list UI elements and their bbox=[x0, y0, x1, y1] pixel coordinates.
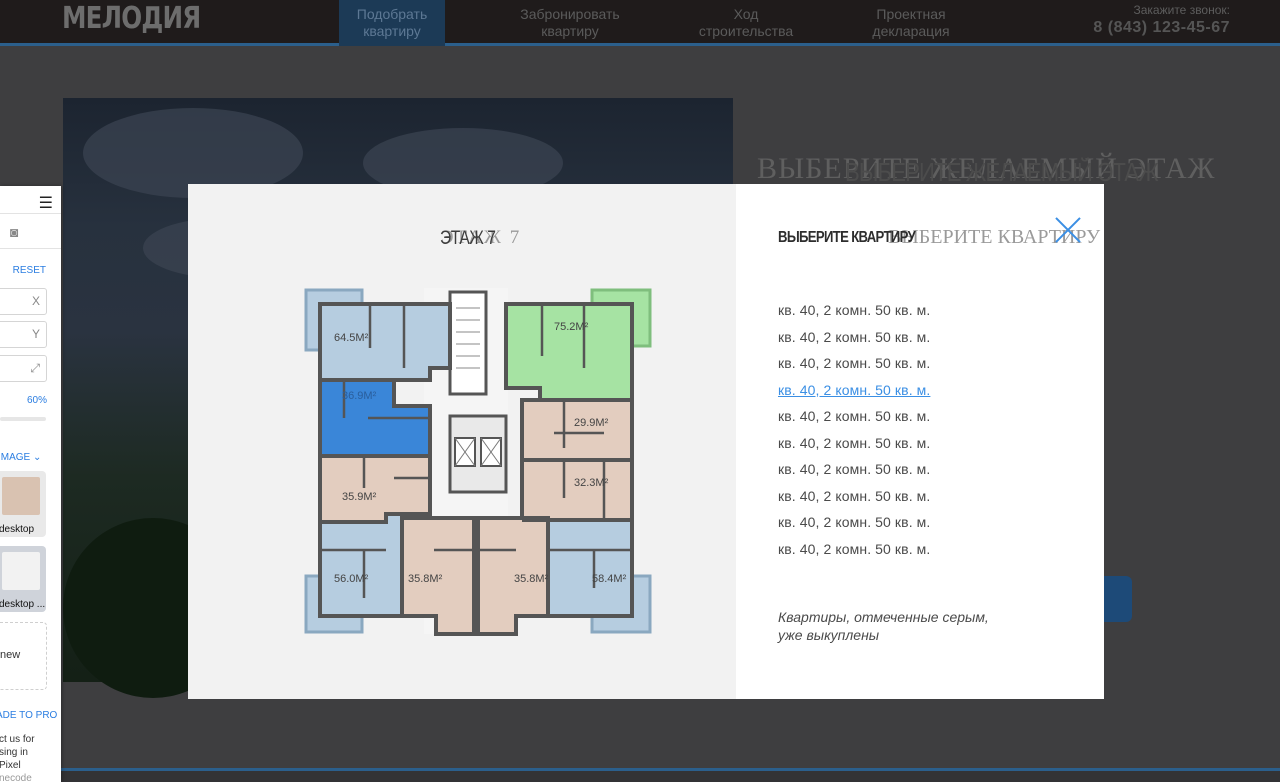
visibility-toggle-icon[interactable]: ◙ bbox=[10, 224, 18, 240]
upgrade-link[interactable]: ADE TO PRO bbox=[0, 710, 57, 721]
opacity-value: 60% bbox=[26, 395, 47, 406]
apartment-29-9[interactable] bbox=[520, 398, 634, 462]
site-header: МЕЛОДИЯ Подобрать квартиру Забронировать… bbox=[0, 0, 1280, 46]
floor-plan: 64.5М² 75.2М² 36.9М² 29.9М² 32.3М² 35.9М… bbox=[304, 288, 652, 636]
apartment-list-item-selected[interactable]: кв. 40, 2 комн. 50 кв. м. bbox=[778, 380, 930, 407]
x-offset-field[interactable]: X bbox=[0, 288, 47, 315]
divider bbox=[0, 213, 61, 214]
thumbnail-preview bbox=[2, 477, 40, 515]
thumbnail-preview bbox=[2, 552, 40, 590]
divider bbox=[0, 248, 61, 249]
apartment-list-item[interactable]: кв. 40, 2 комн. 50 кв. м. bbox=[778, 459, 930, 486]
apartment-picker-modal: ЭТАЖ 7 ЭТАЖ 7 64.5М² 75.2М² 36.9М² 29.9М… bbox=[188, 184, 1104, 699]
contact-text: ct us for sing in Pixel necode bbox=[0, 733, 35, 782]
contact-line: ct us for bbox=[0, 734, 35, 745]
apartment-list: кв. 40, 2 комн. 50 кв. м. кв. 40, 2 комн… bbox=[778, 300, 930, 565]
nav-label: Проектная bbox=[876, 6, 946, 22]
apartment-list-item[interactable]: кв. 40, 2 комн. 50 кв. м. bbox=[778, 512, 930, 539]
area-label: 56.0М² bbox=[334, 573, 369, 585]
image-thumbnail[interactable]: desktop bbox=[0, 471, 46, 537]
add-new-image-button[interactable]: new bbox=[0, 622, 47, 690]
reset-button[interactable]: RESET bbox=[13, 265, 46, 276]
y-offset-field[interactable]: Y bbox=[0, 321, 47, 348]
nav-label: декларация bbox=[872, 23, 950, 39]
area-label: 35.8М² bbox=[408, 573, 443, 585]
area-label: 32.3М² bbox=[574, 477, 609, 489]
opacity-slider[interactable] bbox=[0, 417, 46, 421]
area-label: 35.8М² bbox=[514, 573, 549, 585]
image-thumbnail[interactable]: desktop ... bbox=[0, 546, 46, 612]
contact-line: Pixel bbox=[0, 760, 21, 771]
nav-book-apartment[interactable]: Забронировать квартиру bbox=[500, 0, 640, 46]
chevron-down-icon: ⌄ bbox=[33, 452, 42, 463]
nav-label: квартиру bbox=[363, 23, 421, 39]
apartment-list-item[interactable]: кв. 40, 2 комн. 50 кв. м. bbox=[778, 486, 930, 513]
bg-action-button[interactable] bbox=[1100, 576, 1132, 622]
close-icon[interactable] bbox=[1054, 216, 1082, 244]
apartment-list-item[interactable]: кв. 40, 2 комн. 50 кв. м. bbox=[778, 327, 930, 354]
nav-label: строительства bbox=[698, 23, 794, 39]
apartment-list-item[interactable]: кв. 40, 2 комн. 50 кв. м. bbox=[778, 406, 930, 433]
area-label: 35.9М² bbox=[342, 491, 377, 503]
nav-choose-apartment[interactable]: Подобрать квартиру bbox=[339, 0, 445, 46]
area-label: 36.9М² bbox=[342, 390, 377, 402]
area-label: 75.2М² bbox=[554, 321, 589, 333]
floor-title: ЭТАЖ 7 bbox=[440, 228, 496, 249]
nav-label: Забронировать bbox=[520, 6, 620, 22]
modal-title: ВЫБЕРИТЕ КВАРТИРУ bbox=[778, 229, 916, 246]
nav-label: Ход bbox=[733, 6, 759, 22]
menu-icon[interactable]: ☰ bbox=[39, 193, 53, 213]
area-label: 58.4М² bbox=[592, 573, 627, 585]
nav-label: Подобрать bbox=[356, 6, 428, 22]
area-label: 64.5М² bbox=[334, 332, 369, 344]
phone-number[interactable]: 8 (843) 123-45-67 bbox=[1093, 19, 1230, 37]
floor-plan-pane: ЭТАЖ 7 ЭТАЖ 7 64.5М² 75.2М² 36.9М² 29.9М… bbox=[188, 184, 736, 699]
apartment-32-3[interactable] bbox=[520, 458, 634, 522]
scale-field[interactable]: ⤢ bbox=[0, 355, 47, 382]
nav-project-declaration[interactable]: Проектная декларация bbox=[855, 0, 967, 46]
staircase bbox=[448, 290, 488, 396]
sold-out-note: Квартиры, отмеченные серым, уже выкуплен… bbox=[778, 608, 989, 644]
note-line: Квартиры, отмеченные серым, bbox=[778, 609, 989, 625]
area-label: 29.9М² bbox=[574, 417, 609, 429]
contact-line: sing in bbox=[0, 747, 28, 758]
add-new-label: new bbox=[0, 649, 21, 661]
overlay-tool-panel: ☰ ◙ RESET X Y ⤢ 60% IMAGE ⌄ desktop desk… bbox=[0, 186, 61, 782]
image-dropdown[interactable]: IMAGE ⌄ bbox=[0, 452, 41, 463]
apartment-list-item[interactable]: кв. 40, 2 комн. 50 кв. м. bbox=[778, 300, 930, 327]
thumbnail-caption: desktop bbox=[0, 524, 35, 535]
thumbnail-caption: desktop ... bbox=[0, 599, 46, 610]
apartment-list-item[interactable]: кв. 40, 2 комн. 50 кв. м. bbox=[778, 539, 930, 566]
apartment-list-item[interactable]: кв. 40, 2 комн. 50 кв. м. bbox=[778, 353, 930, 380]
apartment-75-2[interactable] bbox=[504, 302, 634, 402]
note-line: уже выкуплены bbox=[778, 627, 880, 643]
nav-construction-progress[interactable]: Ход строительства bbox=[686, 0, 806, 46]
footer bbox=[0, 771, 1280, 782]
nav-label: квартиру bbox=[541, 23, 599, 39]
site-logo[interactable]: МЕЛОДИЯ bbox=[62, 1, 201, 36]
image-dropdown-label: IMAGE bbox=[0, 452, 31, 463]
contact-line: necode bbox=[0, 773, 32, 782]
apartment-list-item[interactable]: кв. 40, 2 комн. 50 кв. м. bbox=[778, 433, 930, 460]
callback-label[interactable]: Закажите звонок: bbox=[1133, 3, 1230, 17]
